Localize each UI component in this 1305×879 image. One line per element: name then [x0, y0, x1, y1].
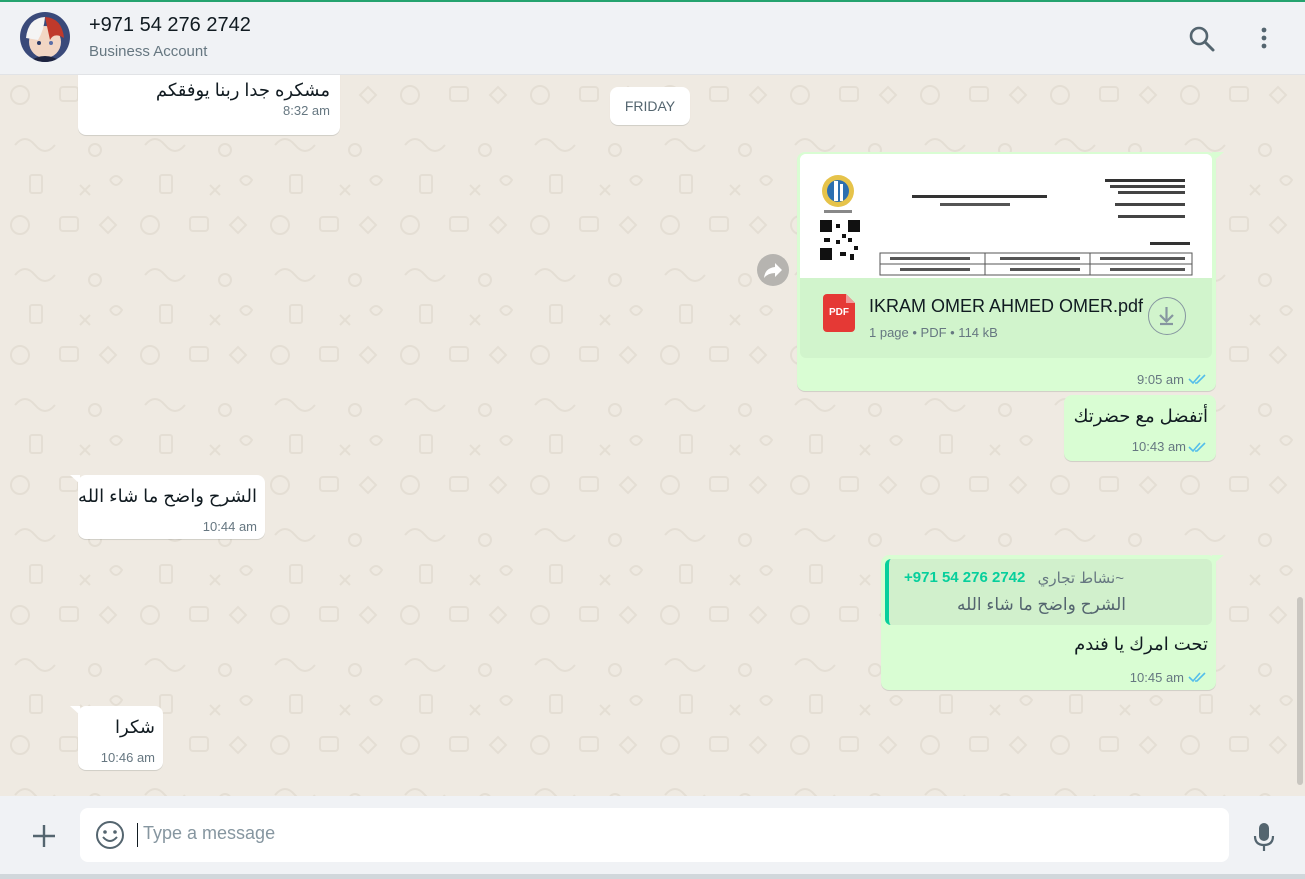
message-text: مشكره جدا ربنا يوفقكم — [155, 80, 330, 100]
chat-conversation[interactable]: مشكره جدا ربنا يوفقكم 8:32 am FRIDAY PDF… — [0, 75, 1305, 796]
date-divider: FRIDAY — [610, 87, 690, 125]
quoted-text: الشرح واضح ما شاء الله — [956, 595, 1126, 614]
window-bottom-edge — [0, 874, 1305, 879]
message-text: شكرا — [115, 717, 155, 737]
chat-scrollbar[interactable] — [1297, 597, 1303, 785]
text-cursor — [137, 823, 138, 847]
document-attachment[interactable]: PDF IKRAM OMER AHMED OMER.pdf 1 page • P… — [800, 278, 1212, 358]
quoted-sender-name: ~نشاط تجاري — [1037, 570, 1124, 587]
message-bubble-incoming[interactable]: شكرا 10:46 am — [78, 706, 163, 770]
plus-icon[interactable] — [31, 823, 57, 849]
forward-button[interactable] — [757, 254, 789, 286]
download-icon — [1159, 307, 1174, 326]
chat-header[interactable]: +971 54 276 2742 Business Account — [0, 2, 1305, 75]
contact-subtitle: Business Account — [89, 43, 208, 60]
bubble-tail — [1212, 555, 1224, 565]
message-text: أتفضل مع حضرتك — [1073, 406, 1208, 426]
more-options-icon[interactable] — [1249, 24, 1279, 54]
document-thumbnail-image — [800, 154, 1212, 278]
message-input[interactable]: Type a message — [80, 808, 1229, 862]
message-input-placeholder: Type a message — [143, 823, 276, 843]
bubble-tail — [1212, 152, 1224, 162]
quoted-message[interactable]: +971 54 276 2742 ~نشاط تجاري الشرح واضح … — [885, 559, 1212, 625]
bubble-tail — [70, 475, 80, 484]
search-icon[interactable] — [1187, 24, 1217, 54]
message-time: 9:05 am — [1137, 372, 1184, 387]
message-text: الشرح واضح ما شاء الله — [78, 486, 257, 506]
message-time: 10:44 am — [202, 519, 257, 534]
message-bubble-incoming[interactable]: مشكره جدا ربنا يوفقكم 8:32 am — [78, 75, 340, 135]
document-file-name[interactable]: IKRAM OMER AHMED OMER.pdf — [869, 296, 1143, 317]
read-receipt-icon — [1188, 442, 1206, 453]
emoji-icon[interactable] — [95, 820, 125, 850]
contact-name[interactable]: +971 54 276 2742 — [89, 14, 251, 37]
message-time: 8:32 am — [283, 103, 330, 118]
message-time: 10:46 am — [100, 750, 155, 765]
message-bubble-outgoing[interactable]: أتفضل مع حضرتك 10:43 am — [1064, 395, 1216, 461]
microphone-icon[interactable] — [1252, 821, 1276, 853]
message-time: 10:43 am — [1131, 439, 1186, 454]
compose-bar: Type a message — [0, 796, 1305, 874]
read-receipt-icon — [1188, 672, 1206, 683]
bubble-tail — [70, 706, 80, 715]
message-time: 10:45 am — [1129, 670, 1184, 685]
message-bubble-incoming[interactable]: الشرح واضح ما شاء الله 10:44 am — [78, 475, 265, 539]
download-button[interactable] — [1148, 297, 1186, 335]
quoted-sender-phone: +971 54 276 2742 — [904, 569, 1026, 586]
message-text: تحت امرك يا فندم — [1074, 634, 1208, 654]
forward-icon — [764, 263, 782, 278]
contact-avatar[interactable] — [20, 12, 70, 62]
pdf-file-icon-label: PDF — [829, 307, 849, 318]
read-receipt-icon — [1188, 374, 1206, 385]
document-file-info: 1 page • PDF • 114 kB — [869, 325, 998, 340]
document-preview[interactable] — [800, 154, 1212, 278]
